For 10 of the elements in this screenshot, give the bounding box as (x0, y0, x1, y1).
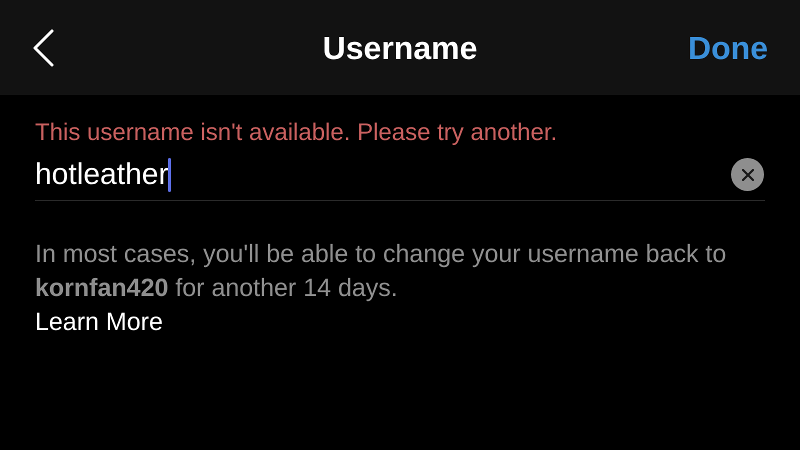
learn-more-link[interactable]: Learn More (35, 305, 163, 339)
back-button[interactable] (32, 28, 54, 66)
error-message: This username isn't available. Please try another. (35, 118, 558, 148)
clear-button[interactable] (731, 158, 764, 191)
close-icon (740, 168, 754, 182)
done-button[interactable]: Done (688, 24, 768, 72)
page-title: Username (322, 28, 478, 68)
input-field[interactable]: hotleather (35, 154, 168, 194)
help-text: In most cases, you'll be able to change your username back to kornfan420 for another 14 days. (35, 239, 728, 304)
back-icon (32, 28, 54, 66)
